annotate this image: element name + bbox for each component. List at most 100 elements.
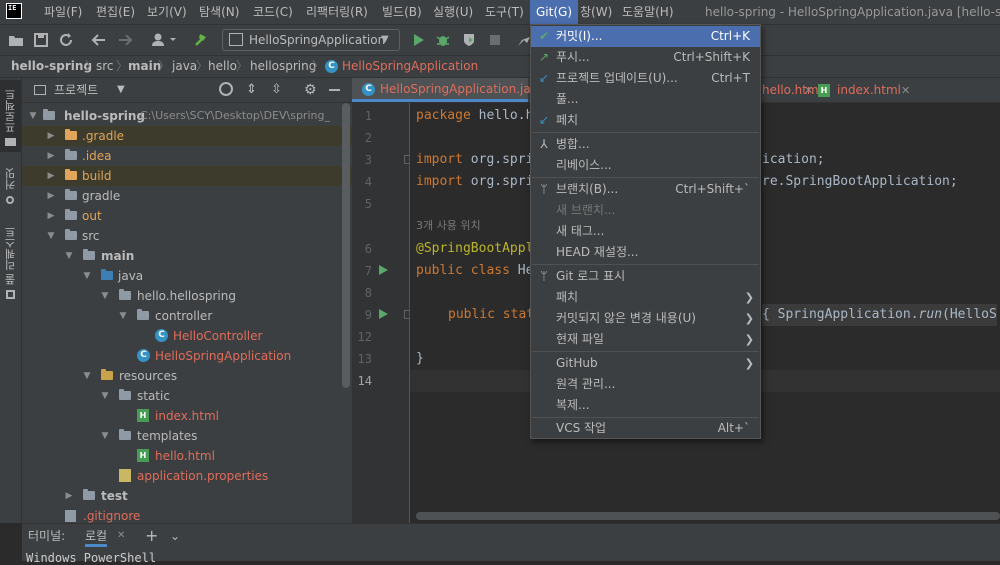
tree-row-hello-html[interactable]: H hello.html xyxy=(22,446,352,466)
tree-row-resources[interactable]: ▼ resources xyxy=(22,366,352,386)
project-tool-tab[interactable]: 프로젝트 xyxy=(0,80,21,152)
git-menu-update-project[interactable]: ↙ 프로젝트 업데이트(U)... Ctrl+T xyxy=(531,68,760,89)
menu-edit[interactable]: 편집(E) xyxy=(90,0,141,24)
git-menu-pull[interactable]: 풀... xyxy=(531,89,760,110)
stop-icon[interactable] xyxy=(487,32,503,48)
open-folder-icon[interactable] xyxy=(8,32,24,48)
gear-icon[interactable]: ⚙ xyxy=(304,78,317,102)
terminal-tab-local[interactable]: 로컬 xyxy=(85,524,108,547)
tree-row-package[interactable]: ▼ hello.hellospring xyxy=(22,286,352,306)
chevron-right-icon[interactable]: ▶ xyxy=(46,126,56,146)
tab-hello-spring-application[interactable]: C HelloSpringApplication.java xyxy=(352,78,545,102)
tree-row-gradle-dot[interactable]: ▶ .gradle xyxy=(22,126,352,146)
chevron-down-icon[interactable]: ▼ xyxy=(28,106,38,126)
close-icon[interactable]: ✕ xyxy=(117,524,125,548)
run-gutter-icon[interactable] xyxy=(379,265,388,275)
save-all-icon[interactable] xyxy=(33,32,49,48)
tree-row-gitignore[interactable]: .gitignore xyxy=(22,506,352,523)
tree-row-root[interactable]: ▼ hello-spring C:\Users\SCY\Desktop\DEV\… xyxy=(22,106,352,126)
tree-row-hello-spring-application[interactable]: C HelloSpringApplication xyxy=(22,346,352,366)
git-menu-new-branch[interactable]: 새 브랜치... xyxy=(531,200,760,221)
chevron-down-icon[interactable]: ▼ xyxy=(100,286,110,306)
git-menu-new-tag[interactable]: 새 태그... xyxy=(531,221,760,242)
git-menu-branches[interactable]: ᛘ 브랜치(B)... Ctrl+Shift+` xyxy=(531,179,760,200)
menu-window[interactable]: 창(W) xyxy=(574,0,618,24)
menu-refactor[interactable]: 리팩터링(R) xyxy=(300,0,374,24)
chevron-right-icon[interactable]: ▶ xyxy=(46,206,56,226)
git-menu-current-file[interactable]: 현재 파일 ❯ xyxy=(531,329,760,350)
git-menu-reset-head[interactable]: HEAD 재설정... xyxy=(531,242,760,263)
tree-row-controller[interactable]: ▼ controller xyxy=(22,306,352,326)
tree-row-out[interactable]: ▶ out xyxy=(22,206,352,226)
chevron-down-icon[interactable]: ▼ xyxy=(100,386,110,406)
git-menu-show-log[interactable]: ᛘ Git 로그 표시 xyxy=(531,266,760,287)
breadcrumb-java[interactable]: java xyxy=(172,56,197,77)
git-menu-commit[interactable]: ✔ 커밋(I)... Ctrl+K xyxy=(531,26,760,47)
chevron-down-icon[interactable]: ▼ xyxy=(82,266,92,286)
git-menu-fetch[interactable]: ↙ 페치 xyxy=(531,110,760,131)
tree-row-application-properties[interactable]: application.properties xyxy=(22,466,352,486)
breadcrumb-file[interactable]: HelloSpringApplication xyxy=(342,56,478,77)
chevron-right-icon[interactable]: ▶ xyxy=(46,146,56,166)
menu-file[interactable]: 파일(F) xyxy=(38,0,88,24)
chevron-down-icon[interactable]: ▼ xyxy=(46,226,56,246)
horizontal-scrollbar[interactable] xyxy=(416,512,1000,520)
menu-build[interactable]: 빌드(B) xyxy=(376,0,428,24)
chevron-right-icon[interactable]: ▶ xyxy=(46,186,56,206)
git-menu-vcs-operations[interactable]: VCS 작업 Alt+` xyxy=(531,418,760,439)
tree-row-java[interactable]: ▼ java xyxy=(22,266,352,286)
forward-arrow-icon[interactable] xyxy=(117,32,133,48)
chevron-down-icon[interactable]: ▼ xyxy=(100,426,110,446)
usages-hint[interactable]: 3개 사용 위치 xyxy=(416,217,481,235)
run-with-coverage-icon[interactable] xyxy=(461,32,477,48)
tree-row-idea[interactable]: ▶ .idea xyxy=(22,146,352,166)
breadcrumb-project[interactable]: hello-spring xyxy=(11,56,92,77)
close-icon[interactable]: ✕ xyxy=(901,78,910,103)
menu-code[interactable]: 코드(C) xyxy=(247,0,299,24)
add-icon[interactable]: + xyxy=(145,524,158,548)
menu-run[interactable]: 실행(U) xyxy=(427,0,479,24)
tree-row-gradle[interactable]: ▶ gradle xyxy=(22,186,352,206)
git-menu-manage-remotes[interactable]: 원격 관리... xyxy=(531,374,760,395)
expand-all-icon[interactable]: ⇕ xyxy=(246,78,257,102)
sync-icon[interactable] xyxy=(58,32,74,48)
chevron-down-icon[interactable]: ▼ xyxy=(82,366,92,386)
git-menu-push[interactable]: ↗ 푸시... Ctrl+Shift+K xyxy=(531,47,760,68)
git-menu-uncommitted-changes[interactable]: 커밋되지 않은 변경 내용(U) ❯ xyxy=(531,308,760,329)
project-panel-title[interactable]: 프로젝트 xyxy=(54,78,98,102)
chevron-right-icon[interactable]: ▶ xyxy=(64,486,74,506)
git-menu-github[interactable]: GitHub ❯ xyxy=(531,353,760,374)
run-icon[interactable] xyxy=(410,32,426,48)
tree-row-templates[interactable]: ▼ templates xyxy=(22,426,352,446)
git-menu-clone[interactable]: 복제... xyxy=(531,395,760,416)
run-gutter-icon[interactable] xyxy=(379,309,388,319)
menu-view[interactable]: 보기(V) xyxy=(141,0,193,24)
chevron-down-icon[interactable]: ▼ xyxy=(64,246,74,266)
breadcrumb-hellospring[interactable]: hellospring xyxy=(250,56,316,77)
collapse-all-icon[interactable]: ⇳ xyxy=(271,78,282,102)
tree-row-hello-controller[interactable]: C HelloController xyxy=(22,326,352,346)
tree-scrollbar[interactable] xyxy=(342,103,350,388)
git-menu-merge[interactable]: ⅄ 병합... xyxy=(531,134,760,155)
vcs-user-icon[interactable] xyxy=(151,32,179,48)
breadcrumb-src[interactable]: src xyxy=(96,56,114,77)
commit-tool-tab[interactable]: 커밋 xyxy=(0,162,21,208)
breadcrumb-main[interactable]: main xyxy=(128,56,161,77)
back-arrow-icon[interactable] xyxy=(91,32,107,48)
tree-row-src[interactable]: ▼ src xyxy=(22,226,352,246)
git-menu-rebase[interactable]: 리베이스... xyxy=(531,155,760,176)
menu-tools[interactable]: 도구(T) xyxy=(479,0,530,24)
menu-help[interactable]: 도움말(H) xyxy=(616,0,680,24)
menu-git[interactable]: Git(G) xyxy=(530,0,578,24)
debug-icon[interactable] xyxy=(435,32,451,48)
tree-row-test[interactable]: ▶ test xyxy=(22,486,352,506)
build-hammer-icon[interactable] xyxy=(193,32,209,48)
tree-row-main[interactable]: ▼ main xyxy=(22,246,352,266)
tab-hello-html[interactable]: hello.html ✕ xyxy=(762,78,822,102)
hide-panel-icon[interactable] xyxy=(329,89,340,91)
pull-requests-tool-tab[interactable]: 풀 리퀘스트 xyxy=(0,222,21,304)
tree-row-static[interactable]: ▼ static xyxy=(22,386,352,406)
chevron-down-icon[interactable]: ▼ xyxy=(118,306,128,326)
git-menu-patch[interactable]: 패치 ❯ xyxy=(531,287,760,308)
run-configuration-select[interactable]: HelloSpringApplication ▼ xyxy=(222,29,400,51)
